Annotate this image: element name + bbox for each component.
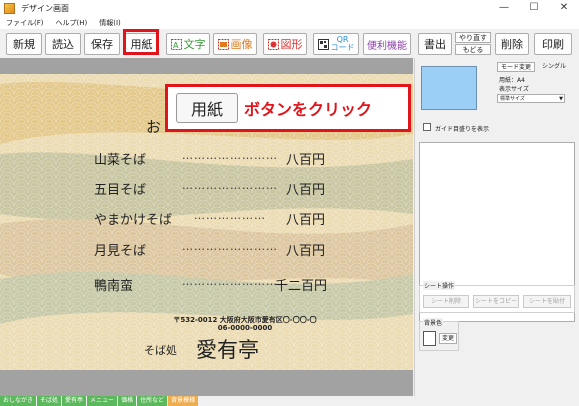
menu-item-name: 五目そば bbox=[94, 183, 147, 198]
phone-text: 06-0000-0000 bbox=[217, 324, 273, 332]
convenience-button[interactable]: 便利機能 bbox=[363, 33, 411, 55]
svg-text:A: A bbox=[173, 41, 179, 50]
image-button[interactable]: 画像 bbox=[213, 33, 257, 55]
menu-item-sansai: 山菜そば …………………… 八百円 bbox=[94, 149, 325, 168]
dropdown-arrow-icon: ▼ bbox=[559, 96, 563, 102]
background-color-group: 背景色 変更 bbox=[419, 318, 459, 351]
load-button[interactable]: 読込 bbox=[45, 33, 81, 55]
shop-prefix: そば処 bbox=[144, 344, 177, 357]
layer-tab[interactable]: 価格 bbox=[118, 396, 137, 406]
background-color-label: 背景色 bbox=[423, 318, 444, 327]
menu-item-name: やまかけそば bbox=[94, 213, 173, 228]
text-button[interactable]: A 文字 bbox=[166, 33, 210, 55]
shape-tool-icon bbox=[267, 38, 279, 50]
text-tool-icon: A bbox=[170, 38, 182, 50]
menu-file[interactable]: ファイル(F) bbox=[6, 18, 44, 28]
sheet-copy-button[interactable]: シートをコピー bbox=[473, 295, 519, 308]
display-size-select[interactable]: 標準サイズ ▼ bbox=[497, 94, 565, 103]
layer-tab[interactable]: メニュー bbox=[87, 396, 118, 406]
paper-size-label: 用紙：A4 bbox=[499, 77, 525, 84]
shop-name: 愛有亭 bbox=[196, 338, 259, 362]
menu-item-dots: …………………… bbox=[182, 179, 278, 192]
layer-tab[interactable]: 住所など bbox=[137, 396, 168, 406]
menu-item-kamonanban: 鴨南蛮 …………………… 千二百円 bbox=[94, 275, 327, 294]
layer-tab[interactable]: そば処 bbox=[37, 396, 62, 406]
print-button[interactable]: 印刷 bbox=[534, 33, 572, 55]
menu-help[interactable]: ヘルプ(H) bbox=[56, 18, 88, 28]
mode-change-tab[interactable]: モード変更 bbox=[497, 62, 536, 72]
menu-item-name: 月見そば bbox=[94, 244, 147, 259]
maximize-button[interactable]: ☐ bbox=[519, 0, 549, 16]
menu-item-yamakake: やまかけそば ……………… 八百円 bbox=[94, 209, 325, 228]
single-tab[interactable]: シングル bbox=[539, 62, 570, 72]
menu-item-name: 鴨南蛮 bbox=[94, 279, 134, 294]
display-size-value: 標準サイズ bbox=[500, 96, 525, 102]
design-canvas: お 山菜そば …………………… 八百円 五目そば …………………… 八百円 やま… bbox=[0, 58, 413, 396]
layer-tab[interactable]: おしながき bbox=[0, 396, 37, 406]
menu-info[interactable]: 情報(I) bbox=[99, 18, 121, 28]
change-color-button[interactable]: 変更 bbox=[439, 333, 457, 344]
guide-scale-label: ガイド目盛りを表示 bbox=[435, 126, 490, 133]
layer-tab-active[interactable]: 背景模様 bbox=[168, 396, 199, 406]
menu-item-price: 八百円 bbox=[286, 213, 326, 228]
shape-button-label: 図形 bbox=[280, 38, 303, 51]
menu-item-price: 八百円 bbox=[286, 244, 326, 259]
redo-button[interactable]: やり直す bbox=[455, 32, 491, 43]
save-button[interactable]: 保存 bbox=[84, 33, 120, 55]
write-out-button[interactable]: 書出 bbox=[418, 33, 452, 55]
instruction-callout: 用紙 ボタンをクリック bbox=[165, 84, 411, 132]
display-size-label: 表示サイズ bbox=[499, 86, 529, 93]
menu-item-dots: ……………… bbox=[194, 209, 266, 222]
qr-code-button[interactable]: QR コード bbox=[313, 33, 359, 55]
paper-preview bbox=[421, 66, 477, 110]
menu-item-dots: …………………… bbox=[182, 275, 278, 288]
guide-scale-checkbox[interactable] bbox=[423, 123, 431, 131]
delete-button[interactable]: 削除 bbox=[495, 33, 529, 55]
qr-label-line2: コード bbox=[330, 43, 355, 52]
title-bar: デザイン画面 — ☐ ✕ bbox=[0, 0, 579, 16]
shape-button[interactable]: 図形 bbox=[263, 33, 307, 55]
undo-button[interactable]: もどる bbox=[455, 44, 491, 55]
sheet-delete-button[interactable]: シート削除 bbox=[423, 295, 469, 308]
qr-code-label: QR コード bbox=[331, 36, 355, 52]
menu-title: お bbox=[146, 118, 162, 136]
menu-item-dots: …………………… bbox=[182, 240, 278, 253]
menu-item-gomoku: 五目そば …………………… 八百円 bbox=[94, 179, 325, 198]
sheet-paste-button[interactable]: シートを貼付 bbox=[523, 295, 571, 308]
callout-text: ボタンをクリック bbox=[244, 100, 373, 119]
menu-item-price: 八百円 bbox=[286, 153, 326, 168]
text-button-label: 文字 bbox=[183, 38, 206, 51]
menu-item-dots: …………………… bbox=[182, 149, 278, 162]
menu-item-price: 八百円 bbox=[286, 183, 326, 198]
callout-paper-button: 用紙 bbox=[176, 93, 238, 123]
layer-tab[interactable]: 愛有亭 bbox=[62, 396, 87, 406]
image-tool-icon bbox=[217, 38, 229, 50]
window-title: デザイン画面 bbox=[21, 3, 69, 13]
layer-tabs: おしながき そば処 愛有亭 メニュー 価格 住所など 背景模様 bbox=[0, 396, 579, 406]
background-color-swatch bbox=[423, 331, 436, 346]
menu-item-tsukimi: 月見そば …………………… 八百円 bbox=[94, 240, 325, 259]
close-button[interactable]: ✕ bbox=[549, 0, 579, 16]
right-panel: モード変更 シングル 用紙：A4 表示サイズ 標準サイズ ▼ ガイド目盛りを表示… bbox=[414, 58, 579, 396]
qr-code-icon bbox=[317, 38, 329, 50]
sheet-operations-group: シート操作 シート削除 シートをコピー シートを貼付 bbox=[419, 281, 575, 313]
app-icon bbox=[4, 2, 15, 14]
toolbar: 新規 読込 保存 用紙 A 文字 画像 図形 QR コード 便利機能 書出 やり… bbox=[0, 30, 579, 58]
new-button[interactable]: 新規 bbox=[6, 33, 42, 55]
image-button-label: 画像 bbox=[230, 38, 253, 51]
sheet-operations-label: シート操作 bbox=[423, 281, 456, 290]
menu-item-name: 山菜そば bbox=[94, 153, 147, 168]
paper-button-highlight bbox=[123, 29, 159, 55]
menu-item-price: 千二百円 bbox=[275, 279, 328, 294]
menu-bar: ファイル(F) ヘルプ(H) 情報(I) bbox=[0, 16, 579, 29]
minimize-button[interactable]: — bbox=[489, 0, 519, 16]
